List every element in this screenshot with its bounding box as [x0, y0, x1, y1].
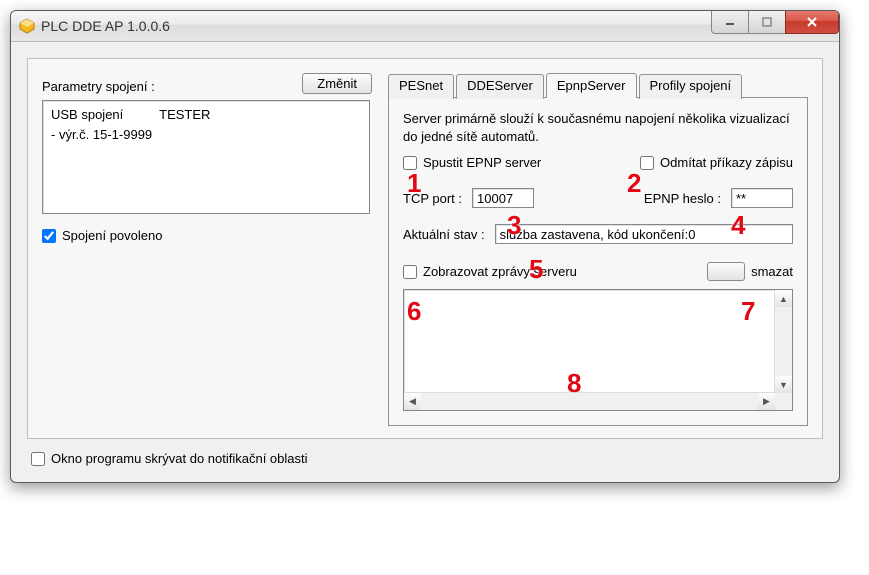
window-title: PLC DDE AP 1.0.0.6: [41, 18, 170, 34]
connection-enabled-checkbox[interactable]: [42, 229, 56, 243]
list-item: - výr.č. 15-1-9999: [51, 125, 361, 145]
show-messages-label: Zobrazovat zprávy serveru: [423, 264, 577, 279]
status-field: [495, 224, 793, 244]
clear-button[interactable]: [707, 262, 745, 281]
tab-epnpserver[interactable]: EpnpServer: [546, 73, 637, 98]
close-button[interactable]: [785, 11, 839, 34]
scroll-right-icon[interactable]: ▶: [758, 393, 775, 410]
tab-profiles[interactable]: Profily spojení: [639, 74, 743, 99]
reject-write-checkbox[interactable]: [640, 156, 654, 170]
tcp-port-input[interactable]: [472, 188, 534, 208]
show-messages-row[interactable]: Zobrazovat zprávy serveru: [403, 264, 577, 279]
reject-write-label: Odmítat příkazy zápisu: [660, 155, 793, 170]
minimize-button[interactable]: [711, 11, 749, 34]
tab-pesnet[interactable]: PESnet: [388, 74, 454, 99]
app-window: PLC DDE AP 1.0.0.6 Parametry spojení : Z…: [10, 10, 840, 483]
window-controls: [712, 11, 839, 34]
app-icon: [19, 18, 35, 34]
run-server-row[interactable]: Spustit EPNP server: [403, 155, 541, 170]
change-button[interactable]: Změnit: [302, 73, 372, 94]
tab-strip: PESnet DDEServer EpnpServer Profily spoj…: [388, 73, 808, 98]
connection-enabled-label: Spojení povoleno: [62, 228, 162, 243]
tcp-port-label: TCP port :: [403, 191, 462, 206]
scrollbar-vertical[interactable]: ▲ ▼: [774, 290, 792, 393]
show-messages-checkbox[interactable]: [403, 265, 417, 279]
tab-panel-epnp: Server primárně slouží k současnému napo…: [388, 97, 808, 426]
scroll-left-icon[interactable]: ◀: [404, 393, 421, 410]
list-item: USB spojení TESTER: [51, 105, 361, 125]
scrollbar-horizontal[interactable]: ◀ ▶: [404, 392, 775, 410]
tab-ddeserver[interactable]: DDEServer: [456, 74, 544, 99]
epnp-password-input[interactable]: [731, 188, 793, 208]
reject-write-row[interactable]: Odmítat příkazy zápisu: [640, 155, 793, 170]
maximize-button[interactable]: [748, 11, 786, 34]
titlebar: PLC DDE AP 1.0.0.6: [11, 11, 839, 42]
status-label: Aktuální stav :: [403, 227, 485, 242]
main-panel: Parametry spojení : Změnit USB spojení T…: [27, 58, 823, 439]
tray-checkbox[interactable]: [31, 452, 45, 466]
run-server-checkbox[interactable]: [403, 156, 417, 170]
tray-row[interactable]: Okno programu skrývat do notifikační obl…: [27, 451, 823, 466]
server-log-box[interactable]: ▲ ▼ ◀ ▶: [403, 289, 793, 411]
epnp-password-label: EPNP heslo :: [644, 191, 721, 206]
epnp-description: Server primárně slouží k současnému napo…: [403, 110, 793, 145]
run-server-label: Spustit EPNP server: [423, 155, 541, 170]
params-label: Parametry spojení :: [42, 79, 155, 94]
scroll-corner: [775, 393, 792, 410]
clear-label: smazat: [751, 264, 793, 279]
scroll-down-icon[interactable]: ▼: [775, 376, 792, 393]
connection-params-list[interactable]: USB spojení TESTER - výr.č. 15-1-9999: [42, 100, 370, 214]
scroll-up-icon[interactable]: ▲: [775, 290, 792, 307]
tray-label: Okno programu skrývat do notifikační obl…: [51, 451, 308, 466]
connection-enabled-row[interactable]: Spojení povoleno: [42, 228, 372, 243]
